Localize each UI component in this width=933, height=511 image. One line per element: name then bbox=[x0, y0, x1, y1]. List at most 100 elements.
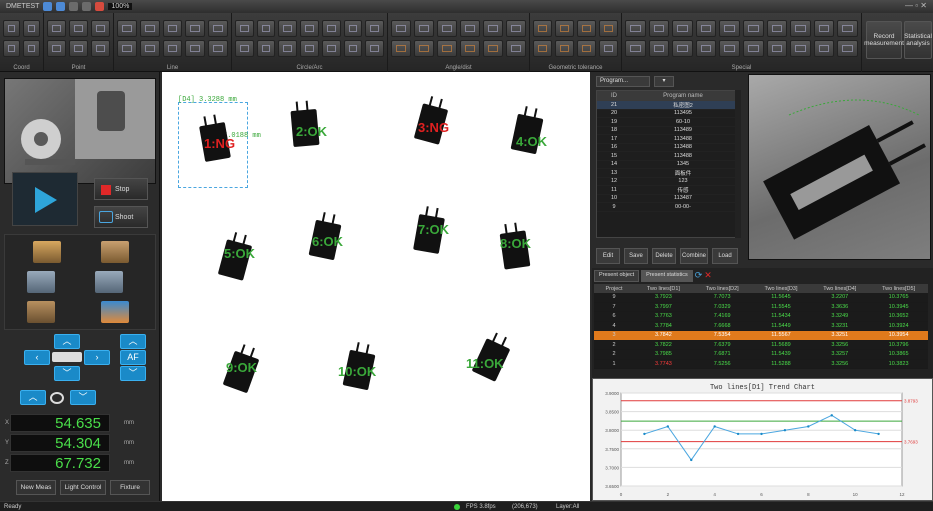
light-control-button[interactable]: Light Control bbox=[60, 480, 106, 495]
scrollbar[interactable] bbox=[735, 90, 741, 238]
point-tool-icon[interactable] bbox=[47, 40, 66, 57]
special-tool-icon[interactable] bbox=[743, 40, 764, 57]
measurement-canvas[interactable]: [D4] 3.3288 mm [D4] 7.0188 mm 1:NG 2:OK … bbox=[162, 72, 590, 501]
special-tool-icon[interactable] bbox=[648, 40, 670, 57]
distance-tool-icon[interactable] bbox=[460, 40, 480, 57]
angle-tool-icon[interactable] bbox=[460, 20, 480, 37]
zoom-out-button[interactable]: ﹀ bbox=[70, 390, 96, 405]
coord-tool-icon[interactable] bbox=[23, 40, 40, 57]
bottom-light-icon[interactable] bbox=[27, 301, 55, 323]
point-tool-icon[interactable] bbox=[91, 20, 110, 37]
circle-tool-icon[interactable] bbox=[365, 20, 384, 37]
angle-tool-icon[interactable] bbox=[391, 20, 411, 37]
dropdown-arrow-icon[interactable]: ▾ bbox=[654, 76, 674, 87]
distance-tool-icon[interactable] bbox=[437, 40, 457, 57]
distance-tool-icon[interactable] bbox=[414, 40, 434, 57]
line-tool-icon[interactable] bbox=[117, 20, 137, 37]
delete-program-button[interactable]: Delete bbox=[652, 248, 676, 264]
program-dropdown[interactable]: Program... bbox=[596, 76, 650, 87]
coord-tool-icon[interactable] bbox=[3, 20, 20, 37]
table-row[interactable]: 10 113487 bbox=[597, 195, 735, 203]
table-row[interactable]: 12 123 bbox=[597, 178, 735, 186]
distance-tool-icon[interactable] bbox=[391, 40, 411, 57]
move-up-button[interactable]: ︿ bbox=[54, 334, 80, 349]
arc-tool-icon[interactable] bbox=[300, 40, 319, 57]
side-light-icon[interactable] bbox=[95, 271, 123, 293]
special-tool-icon[interactable] bbox=[813, 20, 835, 37]
circle-tool-icon[interactable] bbox=[278, 20, 298, 37]
special-tool-icon[interactable] bbox=[672, 40, 693, 57]
measurement-table[interactable]: Project Two lines[D1] Two lines[D2] Two … bbox=[594, 284, 928, 376]
special-tool-icon[interactable] bbox=[766, 40, 788, 57]
tolerance-tool-icon[interactable] bbox=[555, 40, 574, 57]
special-tool-icon[interactable] bbox=[837, 40, 858, 57]
ring-light-icon[interactable] bbox=[101, 241, 129, 263]
z-up-button[interactable]: ︿ bbox=[120, 334, 146, 349]
coord-tool-icon[interactable] bbox=[3, 40, 20, 57]
line-tool-icon[interactable] bbox=[208, 20, 228, 37]
special-tool-icon[interactable] bbox=[625, 40, 646, 57]
table-row[interactable]: 20 113495 bbox=[597, 110, 735, 118]
light-settings-icon[interactable] bbox=[101, 301, 129, 323]
special-tool-icon[interactable] bbox=[719, 20, 740, 37]
table-row[interactable]: 1 3.7743 7.5256 11.5288 3.3256 10.3823 bbox=[594, 359, 928, 369]
line-tool-icon[interactable] bbox=[208, 40, 228, 57]
special-tool-icon[interactable] bbox=[719, 40, 740, 57]
special-tool-icon[interactable] bbox=[790, 40, 811, 57]
table-row[interactable]: 7 3.7997 7.0329 11.5545 3.3636 10.3945 bbox=[594, 302, 928, 312]
line-tool-icon[interactable] bbox=[139, 40, 160, 57]
circle-tool-icon[interactable] bbox=[235, 20, 254, 37]
arc-tool-icon[interactable] bbox=[256, 40, 276, 57]
line-tool-icon[interactable] bbox=[117, 40, 137, 57]
tolerance-tool-icon[interactable] bbox=[533, 20, 552, 37]
edit-program-button[interactable]: Edit bbox=[596, 248, 620, 264]
special-tool-icon[interactable] bbox=[813, 40, 835, 57]
special-tool-icon[interactable] bbox=[625, 20, 646, 37]
tolerance-tool-icon[interactable] bbox=[533, 40, 552, 57]
shoot-button[interactable]: Shoot bbox=[94, 206, 148, 228]
line-tool-icon[interactable] bbox=[185, 40, 206, 57]
fixture-button[interactable]: Fixture bbox=[110, 480, 150, 495]
angle-tool-icon[interactable] bbox=[483, 20, 503, 37]
table-row[interactable]: 11 传感 bbox=[597, 186, 735, 195]
special-tool-icon[interactable] bbox=[766, 20, 788, 37]
combine-program-button[interactable]: Combine bbox=[680, 248, 708, 264]
tolerance-tool-icon[interactable] bbox=[577, 40, 596, 57]
arc-tool-icon[interactable] bbox=[365, 40, 384, 57]
line-tool-icon[interactable] bbox=[139, 20, 160, 37]
circle-tool-icon[interactable] bbox=[256, 20, 276, 37]
program-table[interactable]: ID Program name 21 私密图2 20 113495 19 60-10 18 11… bbox=[596, 90, 736, 238]
zoom-in-button[interactable]: ︿ bbox=[20, 390, 46, 405]
undo-icon[interactable] bbox=[69, 2, 79, 11]
angle-tool-icon[interactable] bbox=[437, 20, 457, 37]
arc-tool-icon[interactable] bbox=[321, 40, 341, 57]
table-row[interactable]: 21 私密图2 bbox=[597, 101, 735, 110]
run-button[interactable] bbox=[12, 172, 78, 226]
delete-icon[interactable]: ✕ bbox=[704, 270, 712, 282]
autofocus-button[interactable]: AF bbox=[120, 350, 146, 365]
special-tool-icon[interactable] bbox=[743, 20, 764, 37]
zoom-select[interactable]: 100% bbox=[108, 3, 133, 10]
new-measurement-button[interactable]: New Meas bbox=[16, 480, 56, 495]
table-row[interactable]: 15 113488 bbox=[597, 152, 735, 161]
record-icon[interactable] bbox=[95, 2, 105, 11]
circle-tool-icon[interactable] bbox=[321, 20, 341, 37]
table-row[interactable]: 2 3.7822 7.6379 11.5689 3.3256 10.3796 bbox=[594, 340, 928, 350]
move-down-button[interactable]: ﹀ bbox=[54, 366, 80, 381]
line-tool-icon[interactable] bbox=[162, 40, 183, 57]
line-tool-icon[interactable] bbox=[162, 20, 183, 37]
table-row[interactable]: 2 3.7985 7.6871 11.5439 3.3257 10.3865 bbox=[594, 350, 928, 360]
angle-tool-icon[interactable] bbox=[506, 20, 526, 37]
stop-button[interactable]: Stop bbox=[94, 178, 148, 200]
move-left-button[interactable]: ‹ bbox=[24, 350, 50, 365]
table-row[interactable]: 16 113488 bbox=[597, 144, 735, 152]
open-icon[interactable] bbox=[56, 2, 66, 11]
tab-present-object[interactable]: Present object bbox=[594, 270, 640, 282]
table-row[interactable]: 6 3.7763 7.4169 11.5434 3.3249 10.3652 bbox=[594, 312, 928, 322]
special-tool-icon[interactable] bbox=[695, 40, 717, 57]
tolerance-tool-icon[interactable] bbox=[555, 20, 574, 37]
distance-tool-icon[interactable] bbox=[506, 40, 526, 57]
statistical-analysis-button[interactable]: Statistical analysis bbox=[904, 21, 932, 59]
distance-tool-icon[interactable] bbox=[483, 40, 503, 57]
redo-icon[interactable] bbox=[82, 2, 92, 11]
